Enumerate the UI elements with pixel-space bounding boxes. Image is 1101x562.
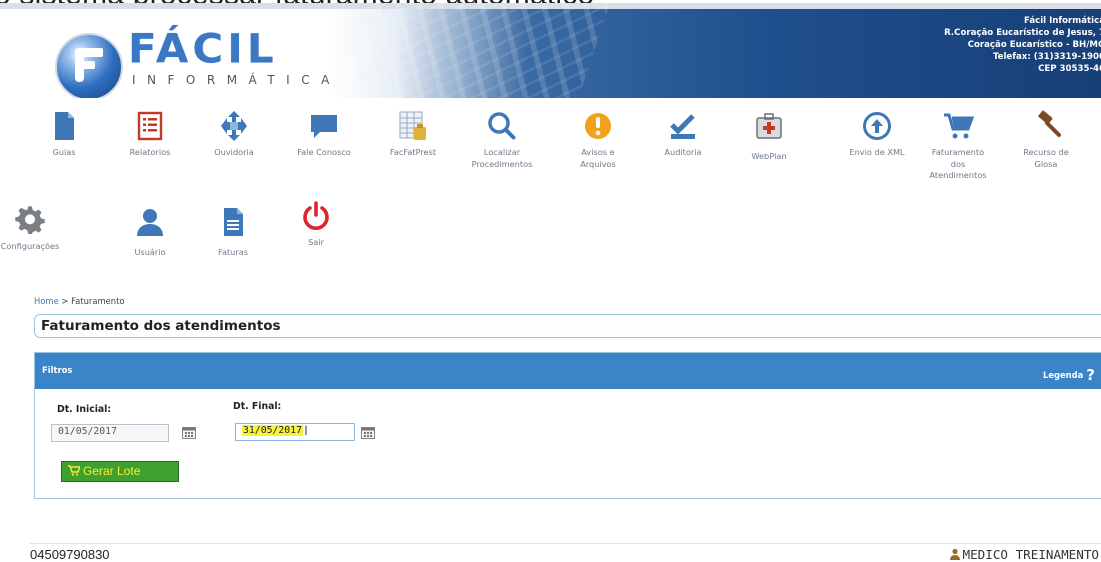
chat-bubble-icon <box>311 115 337 138</box>
toolbar-item-relatorios[interactable]: Relatorios <box>110 110 190 159</box>
logo-word: FÁCIL <box>128 25 278 72</box>
breadcrumb-separator: > <box>61 296 69 306</box>
toolbar-item-envio-xml[interactable]: Envio de XML <box>837 110 917 159</box>
company-info: Fácil Informática R.Coração Eucarístico … <box>944 15 1101 75</box>
toolbar-item-label: Recurso de Glosa <box>1023 147 1069 169</box>
page-title: Faturamento dos atendimentos <box>41 318 281 334</box>
logo-f-icon <box>55 33 123 98</box>
toolbar-item-label: Localizar Procedimentos <box>471 147 533 169</box>
page-title-box: Faturamento dos atendimentos <box>34 314 1101 338</box>
toolbar-item-fale-conosco[interactable]: Fale Conosco <box>284 110 364 159</box>
toolbar-item-configuracoes[interactable]: Configurações <box>0 204 70 253</box>
toolbar-item-label: Guias <box>52 147 76 157</box>
toolbar-item-label: Faturamento dos Atendimentos <box>929 147 987 180</box>
breadcrumb-home-link[interactable]: Home <box>34 296 59 306</box>
diamond-arrows-icon <box>221 111 247 141</box>
toolbar-item-label: WebPlan <box>751 151 787 161</box>
start-date-field[interactable]: 01/05/2017 <box>51 424 169 442</box>
start-date-value: 01/05/2017 <box>58 426 117 437</box>
toolbar-item-faturas[interactable]: Faturas <box>193 206 273 259</box>
company-line: R.Coração Eucarístico de Jesus, 7 <box>944 28 1101 38</box>
user-icon <box>949 548 960 560</box>
report-list-icon <box>137 111 163 141</box>
toolbar-item-localizar-procedimentos[interactable]: Localizar Procedimentos <box>462 110 542 170</box>
toolbar-item-facfatprest[interactable]: FacFatPrest <box>373 110 453 159</box>
toolbar-item-label: Usuário <box>134 247 166 257</box>
toolbar-item-label: Fale Conosco <box>297 147 351 157</box>
toolbar-item-label: Configurações <box>0 241 60 251</box>
building-graphic <box>337 3 613 98</box>
power-icon <box>303 201 329 230</box>
legend-label: Legenda <box>1042 370 1084 380</box>
start-calendar-icon[interactable] <box>182 426 196 439</box>
toolbar-item-usuario[interactable]: Usuário <box>110 206 190 259</box>
end-calendar-icon[interactable] <box>361 426 375 439</box>
toolbar-item-label: Sair <box>308 237 324 247</box>
end-date-value: 31/05/2017 <box>242 425 303 436</box>
toolbar-item-webplan[interactable]: WebPlan <box>729 110 809 163</box>
filters-panel: Filtros Legenda? Dt. Inicial: 01/05/2017… <box>34 352 1101 499</box>
end-date-label: Dt. Final: <box>233 401 282 412</box>
logo-subtitle: INFORMÁTICA <box>132 73 341 87</box>
toolbar-item-label: Auditoria <box>664 147 702 157</box>
header-banner: FÁCIL INFORMÁTICA Fácil Informática R.Co… <box>0 3 1101 98</box>
breadcrumb: Home > Faturamento <box>34 296 124 306</box>
checkmark-icon <box>670 114 695 139</box>
company-line: Coração Eucarístico - BH/MG <box>967 40 1101 50</box>
filters-title: Filtros <box>42 365 73 375</box>
legend-button[interactable]: Legenda? <box>1042 364 1095 384</box>
help-icon: ? <box>1086 366 1095 384</box>
toolbar-item-recurso-glosa[interactable]: Recurso de Glosa <box>1006 110 1086 170</box>
company-line: CEP 30535-46 <box>1038 64 1101 74</box>
company-line: Fácil Informática <box>1023 16 1101 26</box>
gerar-lote-label: Gerar Lote <box>83 464 141 478</box>
invoice-icon <box>224 208 243 236</box>
gavel-icon <box>1038 110 1061 137</box>
toolbar-item-avisos-arquivos[interactable]: Avisos e Arquivos <box>558 110 638 170</box>
breadcrumb-current: Faturamento <box>71 296 125 306</box>
upload-circle-icon <box>863 112 891 140</box>
toolbar-item-sair[interactable]: Sair <box>276 200 356 249</box>
end-date-field[interactable]: 31/05/2017| <box>235 423 355 441</box>
toolbar-item-label: Ouvidoria <box>214 147 254 157</box>
spreadsheet-icon <box>399 111 426 140</box>
main-toolbar: Guias Relatorios Ouvidoria Fale Conosco <box>0 100 1101 270</box>
toolbar-item-label: FacFatPrest <box>389 147 437 157</box>
toolbar-item-label: Envio de XML <box>849 147 905 157</box>
document-icon <box>55 112 74 140</box>
toolbar-item-auditoria[interactable]: Auditoria <box>643 110 723 159</box>
cart-icon <box>68 465 80 476</box>
toolbar-item-label: Relatorios <box>129 147 171 157</box>
medical-kit-icon <box>756 113 782 139</box>
start-date-label: Dt. Inicial: <box>57 404 112 415</box>
gerar-lote-button[interactable]: Gerar Lote <box>61 461 179 482</box>
toolbar-item-ouvidoria[interactable]: Ouvidoria <box>194 110 274 159</box>
toolbar-item-guias[interactable]: Guias <box>24 110 104 159</box>
toolbar-item-label: Avisos e Arquivos <box>580 147 616 169</box>
search-icon <box>488 112 516 140</box>
exclamation-icon <box>585 113 611 139</box>
toolbar-item-faturamento-atendimentos[interactable]: Faturamento dos Atendimentos <box>918 110 998 182</box>
footer-divider <box>30 543 1101 544</box>
gear-icon <box>15 206 45 234</box>
filters-panel-header: Filtros Legenda? <box>35 353 1101 389</box>
user-icon <box>137 209 163 236</box>
cart-icon <box>944 113 974 139</box>
toolbar-item-label: Faturas <box>217 247 249 257</box>
company-line: Telefax: (31)3319-1900 <box>992 52 1101 62</box>
company-logo: FÁCIL INFORMÁTICA <box>20 11 341 98</box>
